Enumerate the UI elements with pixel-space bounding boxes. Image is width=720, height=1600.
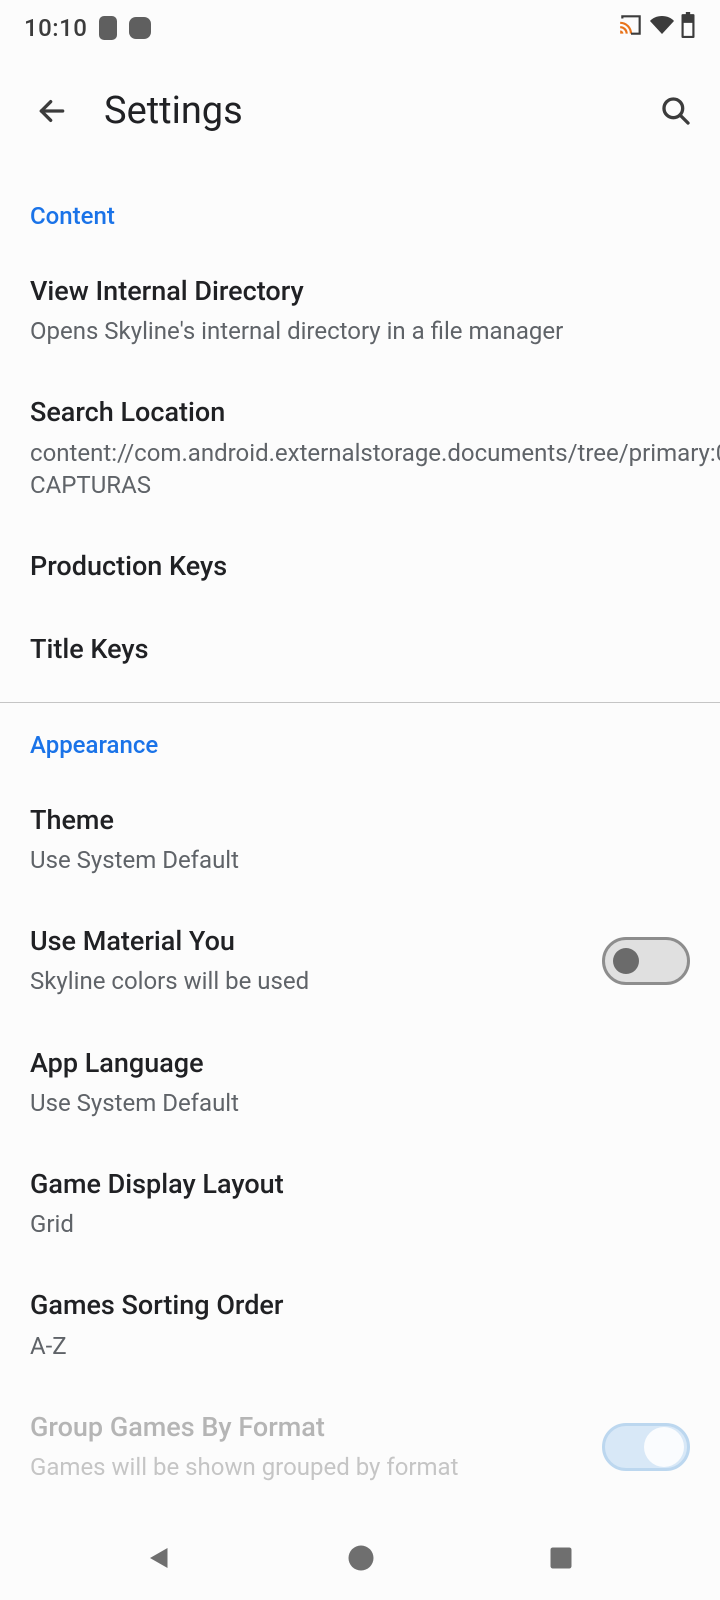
settings-list[interactable]: Content View Internal Directory Opens Sk… bbox=[0, 166, 720, 1507]
pref-title: Title Keys bbox=[30, 632, 690, 667]
pref-subtitle: content://com.android.externalstorage.do… bbox=[30, 437, 690, 502]
pref-app-language[interactable]: App Language Use System Default bbox=[0, 1022, 720, 1143]
pref-games-sorting-order[interactable]: Games Sorting Order A-Z bbox=[0, 1264, 720, 1385]
pref-use-material-you[interactable]: Use Material You Skyline colors will be … bbox=[0, 900, 720, 1021]
pref-game-display-layout[interactable]: Game Display Layout Grid bbox=[0, 1143, 720, 1264]
pref-subtitle: A-Z bbox=[30, 1330, 690, 1362]
toggle-group-games[interactable] bbox=[602, 1423, 690, 1471]
pref-title: App Language bbox=[30, 1046, 690, 1081]
pref-title: Game Display Layout bbox=[30, 1167, 690, 1202]
pref-title: Group Games By Format bbox=[30, 1410, 582, 1445]
pref-title-keys[interactable]: Title Keys bbox=[0, 608, 720, 691]
section-header-appearance: Appearance bbox=[0, 731, 720, 779]
pref-title: View Internal Directory bbox=[30, 274, 690, 309]
battery-icon bbox=[680, 12, 696, 44]
search-button[interactable] bbox=[656, 91, 696, 131]
nav-back-button[interactable] bbox=[145, 1543, 175, 1577]
status-time: 10:10 bbox=[24, 14, 87, 42]
pref-subtitle: Use System Default bbox=[30, 844, 690, 876]
nav-recent-button[interactable] bbox=[547, 1544, 575, 1576]
pref-search-location[interactable]: Search Location content://com.android.ex… bbox=[0, 371, 720, 525]
pref-subtitle: Opens Skyline's internal directory in a … bbox=[30, 315, 690, 347]
cast-icon bbox=[618, 12, 644, 44]
divider bbox=[0, 702, 720, 703]
pref-title: Theme bbox=[30, 803, 690, 838]
pref-title: Production Keys bbox=[30, 549, 690, 584]
pref-view-internal-directory[interactable]: View Internal Directory Opens Skyline's … bbox=[0, 250, 720, 371]
notification-icon bbox=[99, 16, 117, 40]
pref-production-keys[interactable]: Production Keys bbox=[0, 525, 720, 608]
pref-title: Search Location bbox=[30, 395, 690, 430]
page-title: Settings bbox=[104, 89, 656, 133]
status-bar: 10:10 bbox=[0, 0, 720, 56]
pref-subtitle: Skyline colors will be used bbox=[30, 965, 582, 997]
nav-home-button[interactable] bbox=[346, 1543, 376, 1577]
navigation-bar bbox=[0, 1520, 720, 1600]
pref-title: Use Material You bbox=[30, 924, 582, 959]
pref-subtitle: Games will be shown grouped by format bbox=[30, 1451, 582, 1483]
pref-subtitle: Grid bbox=[30, 1208, 690, 1240]
app-bar: Settings bbox=[0, 56, 720, 166]
section-header-content: Content bbox=[0, 202, 720, 250]
wifi-icon bbox=[650, 13, 674, 43]
notification-dot-icon bbox=[129, 17, 151, 39]
pref-title: Games Sorting Order bbox=[30, 1288, 690, 1323]
pref-group-games-by-format[interactable]: Group Games By Format Games will be show… bbox=[0, 1386, 720, 1507]
back-button[interactable] bbox=[32, 91, 72, 131]
pref-theme[interactable]: Theme Use System Default bbox=[0, 779, 720, 900]
pref-subtitle: Use System Default bbox=[30, 1087, 690, 1119]
toggle-material-you[interactable] bbox=[602, 937, 690, 985]
